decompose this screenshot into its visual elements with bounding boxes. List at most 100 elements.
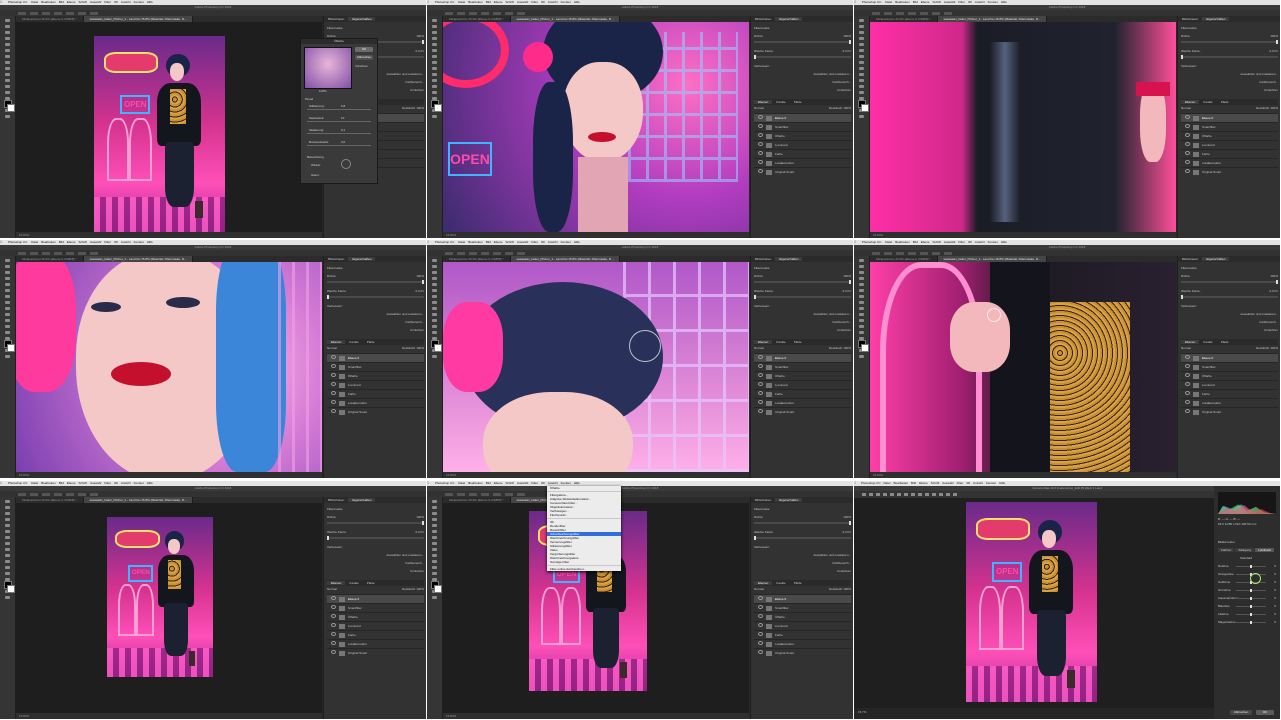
- menu-item[interactable]: Datei: [458, 481, 465, 485]
- dodge-tool-icon[interactable]: [5, 331, 10, 334]
- healing-tool-icon[interactable]: [432, 536, 437, 539]
- gradient-tool-icon[interactable]: [432, 566, 437, 569]
- eye-icon[interactable]: [331, 596, 336, 600]
- brush-tool-icon[interactable]: [432, 61, 437, 64]
- eye-icon[interactable]: [1185, 115, 1190, 119]
- eraser-tool-icon[interactable]: [5, 79, 10, 82]
- menu-item[interactable]: Bild: [911, 481, 916, 485]
- crop-tool-icon[interactable]: [859, 43, 864, 46]
- home-icon[interactable]: [18, 251, 26, 255]
- menu-item[interactable]: Ebene: [921, 240, 930, 244]
- eye-icon[interactable]: [758, 373, 763, 377]
- color-range-button[interactable]: Farbbereich...: [1181, 319, 1278, 325]
- slider-value[interactable]: 0: [1274, 612, 1276, 616]
- layer-row[interactable]: Farbe: [1181, 389, 1278, 398]
- straighten-icon[interactable]: [897, 492, 901, 496]
- menu-item[interactable]: Datei: [885, 0, 892, 4]
- menu-item[interactable]: Filter: [531, 0, 538, 4]
- marquee-tool-icon[interactable]: [5, 25, 10, 28]
- adjustment-brush-icon[interactable]: [918, 492, 922, 496]
- density-value[interactable]: 100%: [843, 273, 851, 279]
- layer-row[interactable]: Original Smart: [1181, 167, 1278, 176]
- eyedropper-tool-icon[interactable]: [432, 289, 437, 292]
- eye-icon[interactable]: [1185, 142, 1190, 146]
- document-canvas[interactable]: OPEN: [443, 22, 749, 232]
- menu-item[interactable]: 3D: [966, 481, 970, 485]
- menu-item[interactable]: 3D: [114, 0, 118, 4]
- ok-button[interactable]: OK: [355, 47, 373, 52]
- menu-item[interactable]: Bild: [486, 0, 491, 4]
- layer-row[interactable]: Smartfilter: [754, 122, 851, 131]
- select-mask-button[interactable]: Auswählen und maskieren...: [754, 311, 851, 317]
- feather-slider-handle[interactable]: [1181, 55, 1183, 59]
- layer-row[interactable]: Luminanz: [754, 140, 851, 149]
- color-sampler-icon[interactable]: [883, 492, 887, 496]
- layer-row[interactable]: Original Smart: [1181, 407, 1278, 416]
- layer-row[interactable]: Luminanz: [327, 621, 424, 630]
- document-canvas[interactable]: [870, 22, 1176, 232]
- tab-paths[interactable]: Pfade: [790, 581, 806, 585]
- brush-tool-icon[interactable]: [859, 301, 864, 304]
- tab-libraries[interactable]: Bibliotheken: [324, 498, 348, 502]
- opacity-field[interactable]: [481, 251, 489, 255]
- stamp-tool-icon[interactable]: [859, 67, 864, 70]
- zoom-tool-icon[interactable]: [859, 355, 864, 358]
- history-brush-icon[interactable]: [859, 73, 864, 76]
- flow-field[interactable]: [66, 492, 74, 496]
- white-balance-icon[interactable]: [876, 492, 880, 496]
- red-eye-icon[interactable]: [911, 492, 915, 496]
- quick-select-tool-icon[interactable]: [432, 518, 437, 521]
- menu-item[interactable]: Schrift: [931, 481, 940, 485]
- home-icon[interactable]: [872, 251, 880, 255]
- gradient-tool-icon[interactable]: [5, 325, 10, 328]
- brush-preset-icon[interactable]: [457, 492, 465, 496]
- feather-slider[interactable]: [327, 295, 424, 299]
- invert-button[interactable]: Umkehren: [1181, 327, 1278, 333]
- cancel-button[interactable]: Abbrechen: [1230, 710, 1252, 715]
- stamp-tool-icon[interactable]: [432, 67, 437, 70]
- eraser-tool-icon[interactable]: [5, 560, 10, 563]
- density-slider-handle[interactable]: [849, 40, 851, 44]
- stamp-tool-icon[interactable]: [859, 307, 864, 310]
- app-name[interactable]: Photoshop CC: [8, 240, 28, 244]
- eraser-tool-icon[interactable]: [859, 319, 864, 322]
- invert-button[interactable]: Umkehren: [1181, 87, 1278, 93]
- layer-row[interactable]: Ebene 0: [754, 594, 851, 603]
- blend-mode-select[interactable]: Normal: [327, 587, 337, 591]
- menu-item[interactable]: Filter: [957, 481, 964, 485]
- menu-item[interactable]: Bearbeiten: [468, 0, 483, 4]
- menu-item[interactable]: Filter: [104, 240, 111, 244]
- density-slider-handle[interactable]: [1276, 40, 1278, 44]
- brush-tool-icon[interactable]: [859, 61, 864, 64]
- tab-hue[interactable]: Farbton: [1218, 548, 1235, 552]
- dodge-tool-icon[interactable]: [432, 91, 437, 94]
- stylization-slider[interactable]: [307, 109, 371, 110]
- layer-row[interactable]: Farbe: [327, 630, 424, 639]
- opacity-value[interactable]: 100%: [1270, 346, 1278, 350]
- document-canvas[interactable]: [16, 262, 322, 472]
- background-color-swatch[interactable]: [861, 104, 869, 112]
- eye-icon[interactable]: [331, 614, 336, 618]
- rotate-right-icon[interactable]: [953, 492, 957, 496]
- quick-select-tool-icon[interactable]: [432, 37, 437, 40]
- layer-row[interactable]: Ebene 0: [1181, 113, 1278, 122]
- airbrush-icon[interactable]: [505, 251, 513, 255]
- feather-value[interactable]: 0,0 Px: [842, 288, 851, 294]
- crop-tool-icon[interactable]: [432, 43, 437, 46]
- menu-item[interactable]: Bild: [486, 481, 491, 485]
- menu-item[interactable]: Bearbeiten: [41, 481, 56, 485]
- lasso-tool-icon[interactable]: [5, 31, 10, 34]
- menu-item[interactable]: Hilfe: [147, 481, 153, 485]
- density-slider[interactable]: [754, 280, 851, 284]
- menu-items[interactable]: Datei Bearbeiten Bild Ebene Schrift Auswahl Fi…: [458, 0, 583, 4]
- mode-dropdown[interactable]: [42, 492, 50, 496]
- healing-tool-icon[interactable]: [432, 55, 437, 58]
- select-mask-button[interactable]: Auswählen und maskieren...: [1181, 71, 1278, 77]
- menu-item[interactable]: Filter: [958, 240, 965, 244]
- density-value[interactable]: 100%: [416, 514, 424, 520]
- menu-item[interactable]: Hilfe: [1001, 240, 1007, 244]
- eye-icon[interactable]: [1185, 400, 1190, 404]
- menu-items[interactable]: Datei Bearbeiten Bild Ebene Schrift Auswahl Fi…: [458, 481, 583, 485]
- menu-item[interactable]: Auswahl: [942, 481, 953, 485]
- mode-dropdown[interactable]: [896, 11, 904, 15]
